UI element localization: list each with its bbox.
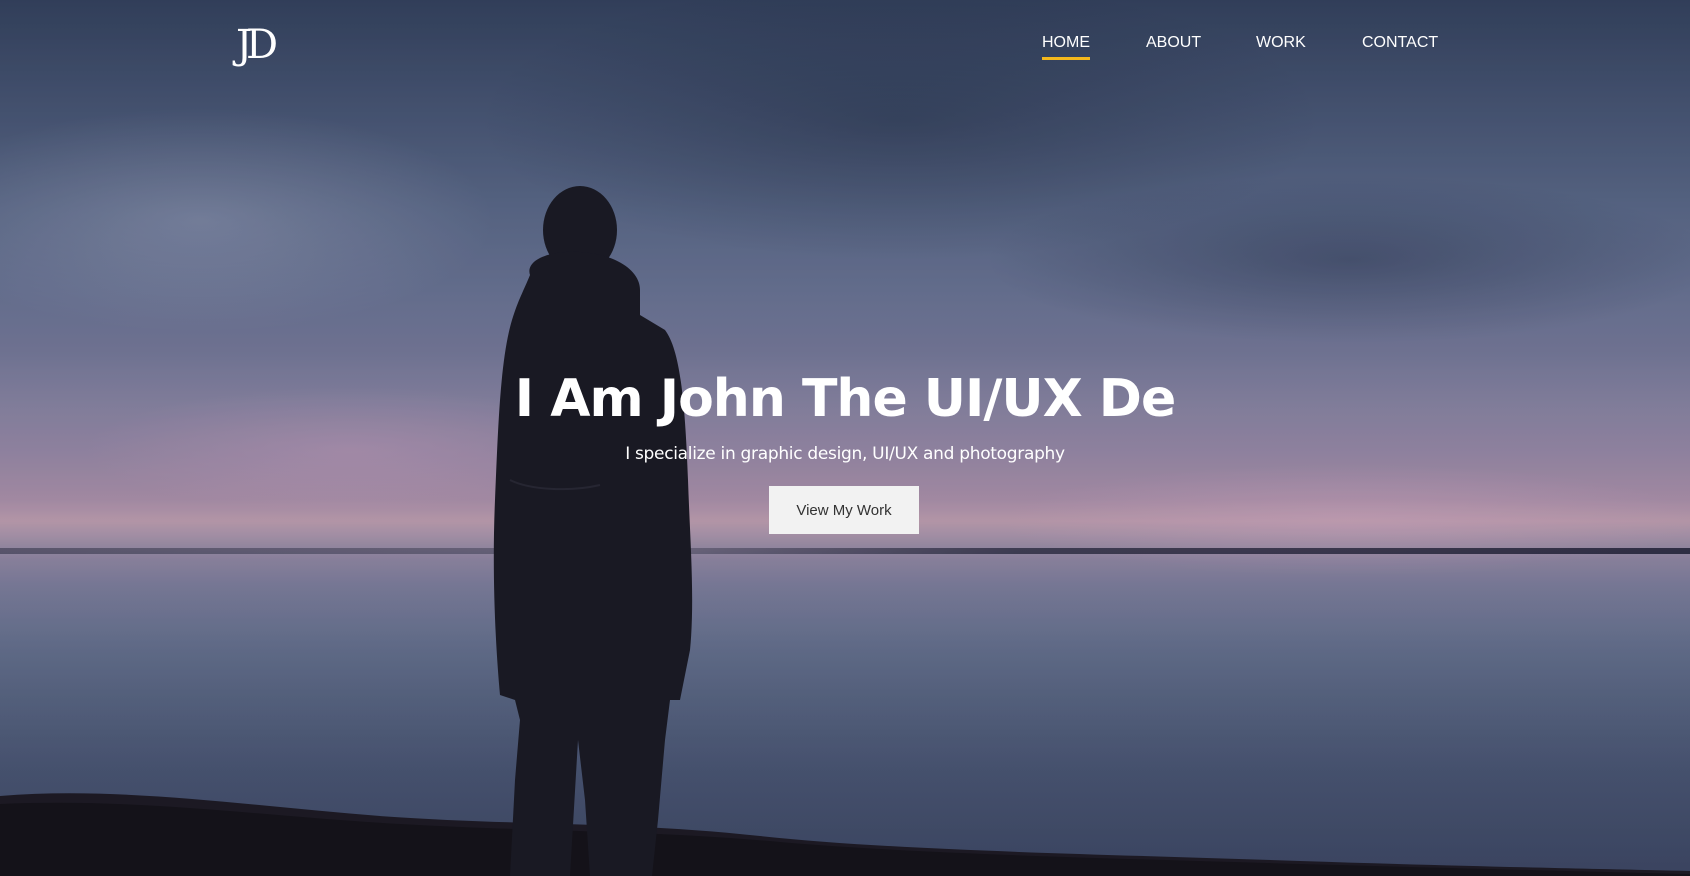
dim-overlay [0, 0, 1690, 876]
nav-home[interactable]: HOME [1042, 34, 1090, 60]
view-my-work-button[interactable]: View My Work [769, 486, 919, 534]
nav-about[interactable]: ABOUT [1146, 34, 1201, 52]
hero-title: I Am John The UI/UX De [514, 369, 1176, 429]
nav-work[interactable]: WORK [1256, 34, 1306, 52]
hero-subtitle: I specialize in graphic design, UI/UX an… [625, 444, 1065, 464]
hero-section: JD HOME ABOUT WORK CONTACT I Am John The… [0, 0, 1690, 876]
logo[interactable]: JD [236, 22, 278, 68]
nav-contact[interactable]: CONTACT [1362, 34, 1438, 52]
